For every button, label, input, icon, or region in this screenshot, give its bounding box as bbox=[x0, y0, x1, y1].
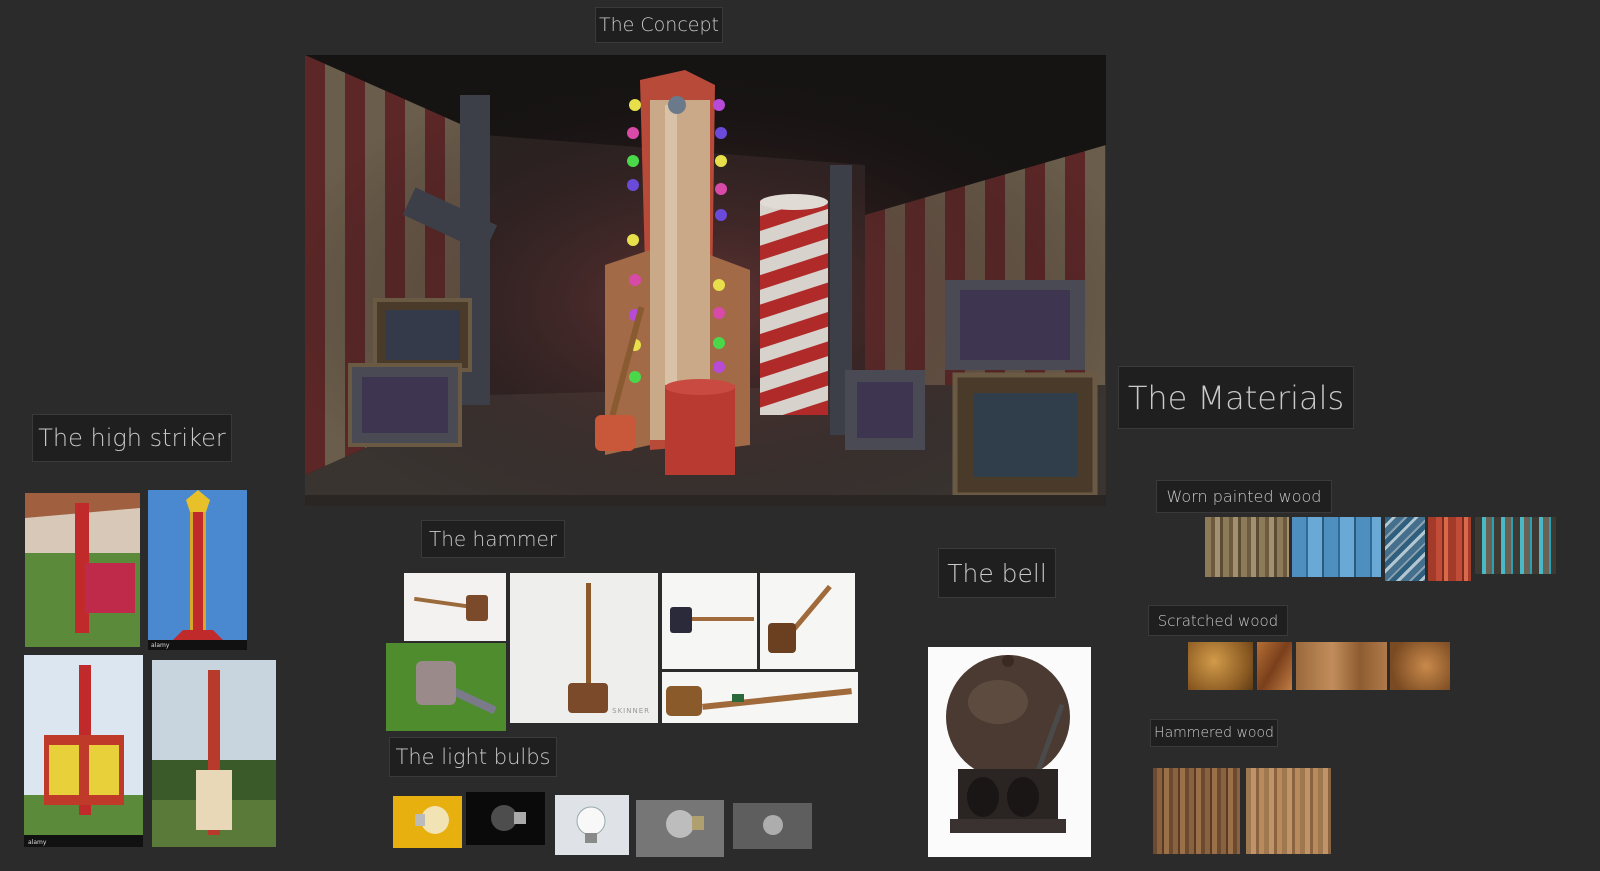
alamy-watermark-2: alamy bbox=[28, 839, 47, 846]
hammer-photo-5 bbox=[386, 643, 506, 731]
scratched-wood-swatch-3 bbox=[1296, 642, 1387, 690]
high-striker-photo-4 bbox=[152, 660, 276, 847]
alamy-watermark-1: alamy bbox=[151, 642, 170, 649]
concept-render bbox=[305, 55, 1106, 506]
bulb-photo-3 bbox=[555, 795, 629, 855]
scratched-wood-label: Scratched wood bbox=[1148, 605, 1288, 636]
bell-photo bbox=[928, 647, 1091, 857]
bell-label: The bell bbox=[938, 548, 1056, 598]
concept-label: The Concept bbox=[595, 7, 723, 43]
hammered-wood-label: Hammered wood bbox=[1150, 719, 1278, 747]
scratched-wood-swatch-1 bbox=[1188, 642, 1253, 690]
hammer-photo-4 bbox=[760, 573, 855, 669]
hammer-label: The hammer bbox=[421, 520, 565, 558]
hammered-wood-swatch-2 bbox=[1246, 768, 1331, 854]
hammer-photo-2: SKINNER bbox=[510, 573, 658, 723]
worn-wood-swatch-1 bbox=[1205, 517, 1289, 577]
scratched-wood-swatch-4 bbox=[1390, 642, 1450, 690]
worn-wood-label: Worn painted wood bbox=[1156, 480, 1332, 513]
worn-wood-swatch-4 bbox=[1428, 517, 1471, 581]
high-striker-photo-3: alamy bbox=[24, 655, 143, 847]
high-striker-photo-2: alamy bbox=[148, 490, 247, 650]
light-bulbs-label: The light bulbs bbox=[389, 737, 557, 777]
worn-wood-swatch-3 bbox=[1385, 517, 1425, 581]
scratched-wood-swatch-2 bbox=[1257, 642, 1292, 690]
skinner-watermark: SKINNER bbox=[612, 707, 650, 715]
hammer-photo-1 bbox=[404, 573, 506, 641]
bulb-photo-4 bbox=[636, 800, 724, 857]
hammer-photo-6 bbox=[662, 672, 858, 723]
worn-wood-swatch-2 bbox=[1292, 517, 1381, 577]
hammer-photo-3 bbox=[662, 573, 757, 669]
high-striker-label: The high striker bbox=[32, 414, 232, 462]
materials-label: The Materials bbox=[1118, 366, 1354, 429]
worn-wood-swatch-5 bbox=[1475, 517, 1556, 574]
bulb-photo-2 bbox=[466, 792, 545, 845]
hammered-wood-swatch-1 bbox=[1153, 768, 1240, 854]
bulb-photo-1 bbox=[393, 796, 462, 848]
high-striker-photo-1 bbox=[25, 493, 140, 647]
bulb-photo-5 bbox=[733, 803, 812, 849]
